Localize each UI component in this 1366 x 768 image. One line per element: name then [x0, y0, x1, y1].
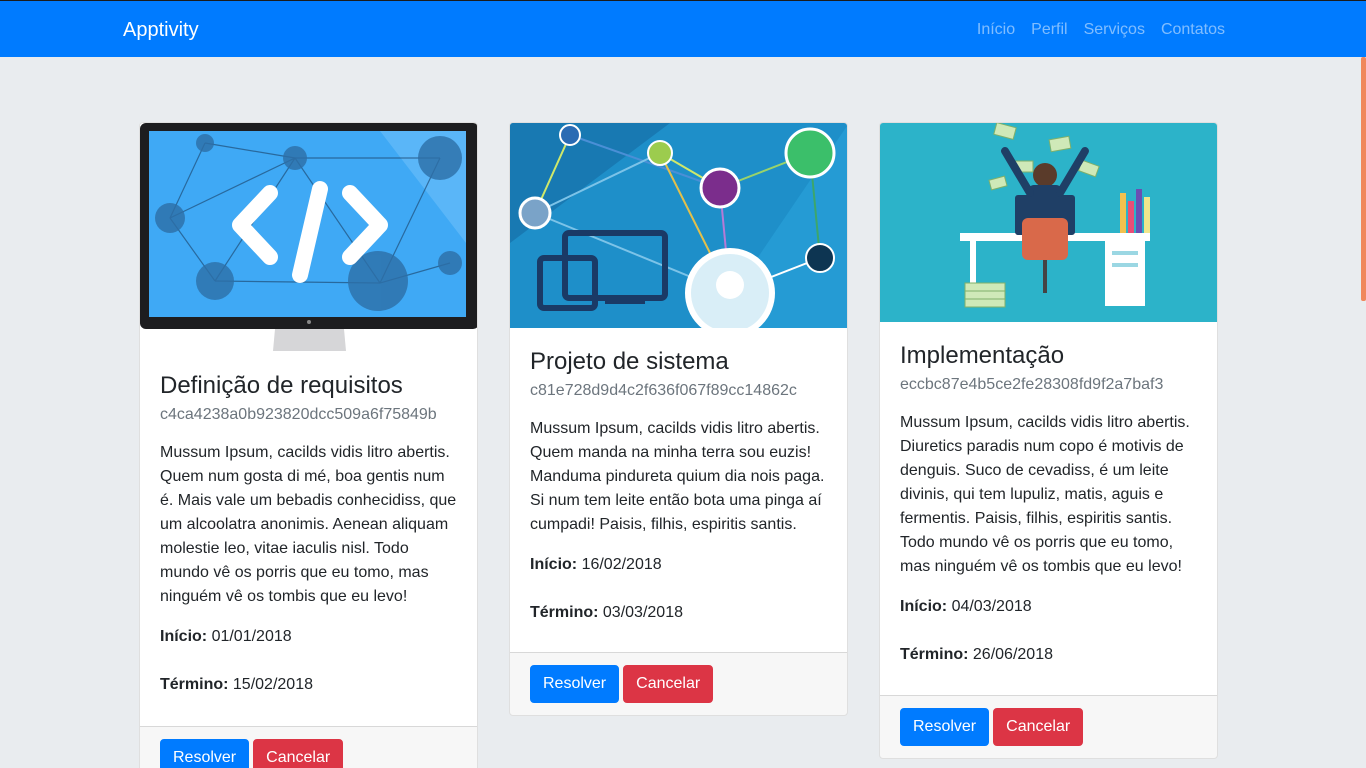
- end-date-label: Término:: [530, 604, 599, 621]
- start-date-value: 16/02/2018: [581, 556, 662, 573]
- card-text: Mussum Ipsum, cacilds vidis litro aberti…: [530, 420, 825, 533]
- cancel-button[interactable]: Cancelar: [623, 665, 714, 703]
- navbar-brand[interactable]: Apptivity: [123, 18, 199, 42]
- card-footer: Resolver Cancelar: [510, 652, 847, 715]
- card-text: Mussum Ipsum, cacilds vidis litro aberti…: [160, 444, 457, 605]
- card-definicao-requisitos: Definição de requisitos c4ca4238a0b92382…: [139, 122, 478, 768]
- nav-links: Início Perfil Serviços Contatos: [977, 20, 1225, 40]
- card-body: Projeto de sistema c81e728d9d4c2f636f067…: [530, 348, 831, 625]
- nav-link-contatos[interactable]: Contatos: [1161, 20, 1225, 40]
- card-subtitle: c81e728d9d4c2f636f067f89cc14862c: [530, 382, 797, 399]
- cancel-button[interactable]: Cancelar: [993, 708, 1084, 746]
- end-date-value: 26/06/2018: [972, 646, 1053, 663]
- card-image-developer-desk: [880, 123, 1217, 322]
- card-image-devices-network: [510, 123, 847, 328]
- card-subtitle: c4ca4238a0b923820dcc509a6f75849b: [160, 406, 437, 423]
- card-implementacao: Implementação eccbc87e4b5ce2fe28308fd9f2…: [879, 122, 1218, 759]
- start-date-value: 04/03/2018: [951, 598, 1032, 615]
- start-date-line: Início: 04/03/2018: [900, 595, 1201, 619]
- end-date-label: Término:: [900, 646, 969, 663]
- end-date-line: Término: 26/06/2018: [900, 643, 1201, 667]
- card-footer: Resolver Cancelar: [140, 726, 477, 768]
- end-date-value: 03/03/2018: [602, 604, 683, 621]
- card-title: Projeto de sistema: [530, 348, 729, 375]
- end-date-value: 15/02/2018: [232, 676, 313, 693]
- card-subtitle: eccbc87e4b5ce2fe28308fd9f2a7baf3: [900, 376, 1164, 393]
- start-date-line: Início: 01/01/2018: [160, 625, 461, 649]
- nav-link-perfil[interactable]: Perfil: [1031, 20, 1067, 40]
- start-date-line: Início: 16/02/2018: [530, 553, 831, 577]
- start-date-label: Início:: [530, 556, 578, 573]
- card-title: Implementação: [900, 342, 1065, 369]
- end-date-line: Término: 03/03/2018: [530, 601, 831, 625]
- nav-link-inicio[interactable]: Início: [977, 20, 1015, 40]
- start-date-label: Início:: [900, 598, 948, 615]
- scrollbar-thumb[interactable]: [1361, 57, 1366, 301]
- card-projeto-sistema: Projeto de sistema c81e728d9d4c2f636f067…: [509, 122, 848, 716]
- start-date-label: Início:: [160, 628, 208, 645]
- card-body: Implementação eccbc87e4b5ce2fe28308fd9f2…: [900, 342, 1201, 667]
- end-date-line: Término: 15/02/2018: [160, 673, 461, 697]
- nav-link-servicos[interactable]: Serviços: [1084, 20, 1145, 40]
- navbar: Apptivity Início Perfil Serviços Contato…: [0, 1, 1366, 57]
- card-title: Definição de requisitos: [160, 372, 403, 399]
- resolve-button[interactable]: Resolver: [900, 708, 990, 746]
- card-text: Mussum Ipsum, cacilds vidis litro aberti…: [900, 414, 1190, 575]
- card-body: Definição de requisitos c4ca4238a0b92382…: [160, 372, 461, 697]
- cancel-button[interactable]: Cancelar: [253, 739, 344, 768]
- start-date-value: 01/01/2018: [211, 628, 292, 645]
- resolve-button[interactable]: Resolver: [530, 665, 620, 703]
- card-footer: Resolver Cancelar: [880, 695, 1217, 758]
- resolve-button[interactable]: Resolver: [160, 739, 250, 768]
- card-image-code-monitor: [140, 123, 477, 353]
- end-date-label: Término:: [160, 676, 229, 693]
